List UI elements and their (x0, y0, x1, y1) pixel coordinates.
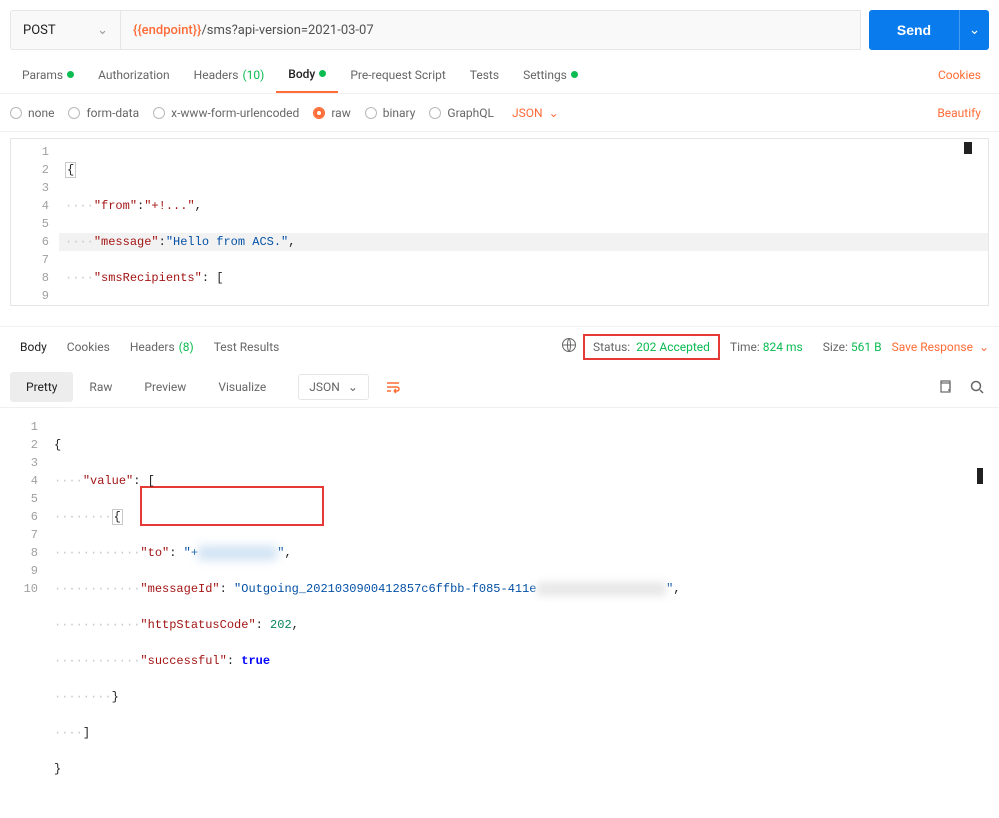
http-method-select[interactable]: POST ⌄ (10, 10, 120, 50)
body-type-graphql[interactable]: GraphQL (429, 106, 494, 120)
response-tab-testresults[interactable]: Test Results (204, 327, 290, 366)
cookies-link[interactable]: Cookies (930, 68, 989, 82)
url-path: /sms?api-version=2021-03-07 (201, 23, 373, 38)
tab-body[interactable]: Body (276, 56, 338, 93)
radio-icon (153, 107, 165, 119)
line-gutter: 12345678910 (0, 414, 48, 818)
chevron-down-icon: ⌄ (97, 23, 108, 38)
chevron-down-icon: ⌄ (549, 106, 559, 120)
radio-icon (10, 107, 22, 119)
response-tab-body[interactable]: Body (10, 327, 57, 366)
response-tab-cookies[interactable]: Cookies (57, 327, 120, 366)
response-bar: Body Cookies Headers (8) Test Results St… (0, 326, 999, 366)
response-language-select[interactable]: JSON⌄ (298, 374, 369, 400)
view-tab-raw[interactable]: Raw (73, 372, 128, 402)
request-body-editor[interactable]: 123456789 { ····"from":"+!...", ····"mes… (10, 138, 989, 306)
tab-params[interactable]: Params (10, 56, 86, 93)
tab-authorization[interactable]: Authorization (86, 56, 182, 93)
body-type-raw[interactable]: raw (313, 106, 350, 120)
response-tab-headers[interactable]: Headers (8) (120, 327, 204, 366)
http-method-value: POST (23, 23, 56, 38)
view-tab-preview[interactable]: Preview (128, 372, 202, 402)
code-content: { ····"value": [ ········{ ············"… (48, 414, 999, 818)
status-dot-icon (571, 71, 578, 78)
response-view-bar: Pretty Raw Preview Visualize JSON⌄ (0, 366, 999, 408)
body-type-urlencoded[interactable]: x-www-form-urlencoded (153, 106, 299, 120)
response-body-editor[interactable]: 12345678910 { ····"value": [ ········{ ·… (0, 408, 999, 818)
response-size: Size: 561 B (813, 340, 892, 354)
status-highlight-box: Status: 202 Accepted (583, 334, 720, 360)
search-response-button[interactable] (965, 375, 989, 399)
tab-headers[interactable]: Headers (10) (182, 56, 277, 93)
chevron-down-icon: ⌄ (348, 380, 358, 394)
body-type-formdata[interactable]: form-data (68, 106, 139, 120)
view-tab-pretty[interactable]: Pretty (10, 372, 73, 402)
save-response-button[interactable]: Save Response⌄ (892, 340, 989, 354)
status-code: 202 Accepted (636, 340, 710, 354)
response-time: Time: 824 ms (720, 340, 813, 354)
request-tabs: Params Authorization Headers (10) Body P… (0, 56, 999, 94)
chevron-down-icon: ⌄ (969, 22, 980, 38)
view-tab-visualize[interactable]: Visualize (202, 372, 282, 402)
radio-checked-icon (313, 107, 325, 119)
globe-icon (561, 337, 577, 356)
send-options-button[interactable]: ⌄ (959, 10, 989, 50)
code-content: { ····"from":"+!...", ····"message":"Hel… (59, 139, 988, 306)
radio-icon (68, 107, 80, 119)
line-gutter: 123456789 (11, 139, 59, 306)
copy-response-button[interactable] (933, 375, 957, 399)
tab-prerequest[interactable]: Pre-request Script (338, 56, 457, 93)
send-button[interactable]: Send (869, 10, 959, 50)
wrap-lines-button[interactable] (379, 373, 407, 401)
raw-language-select[interactable]: JSON⌄ (512, 106, 559, 120)
body-type-binary[interactable]: binary (365, 106, 416, 120)
caret-icon (964, 142, 972, 154)
status-dot-icon (319, 70, 326, 77)
url-variable: {{endpoint}} (133, 23, 201, 38)
body-type-none[interactable]: none (10, 106, 54, 120)
body-type-selector: none form-data x-www-form-urlencoded raw… (0, 94, 999, 132)
radio-icon (365, 107, 377, 119)
tab-tests[interactable]: Tests (458, 56, 511, 93)
tab-settings[interactable]: Settings (511, 56, 590, 93)
status-dot-icon (67, 71, 74, 78)
chevron-down-icon: ⌄ (979, 340, 989, 354)
url-input[interactable]: {{endpoint}}/sms?api-version=2021-03-07 (120, 10, 861, 50)
beautify-link[interactable]: Beautify (929, 106, 989, 120)
radio-icon (429, 107, 441, 119)
